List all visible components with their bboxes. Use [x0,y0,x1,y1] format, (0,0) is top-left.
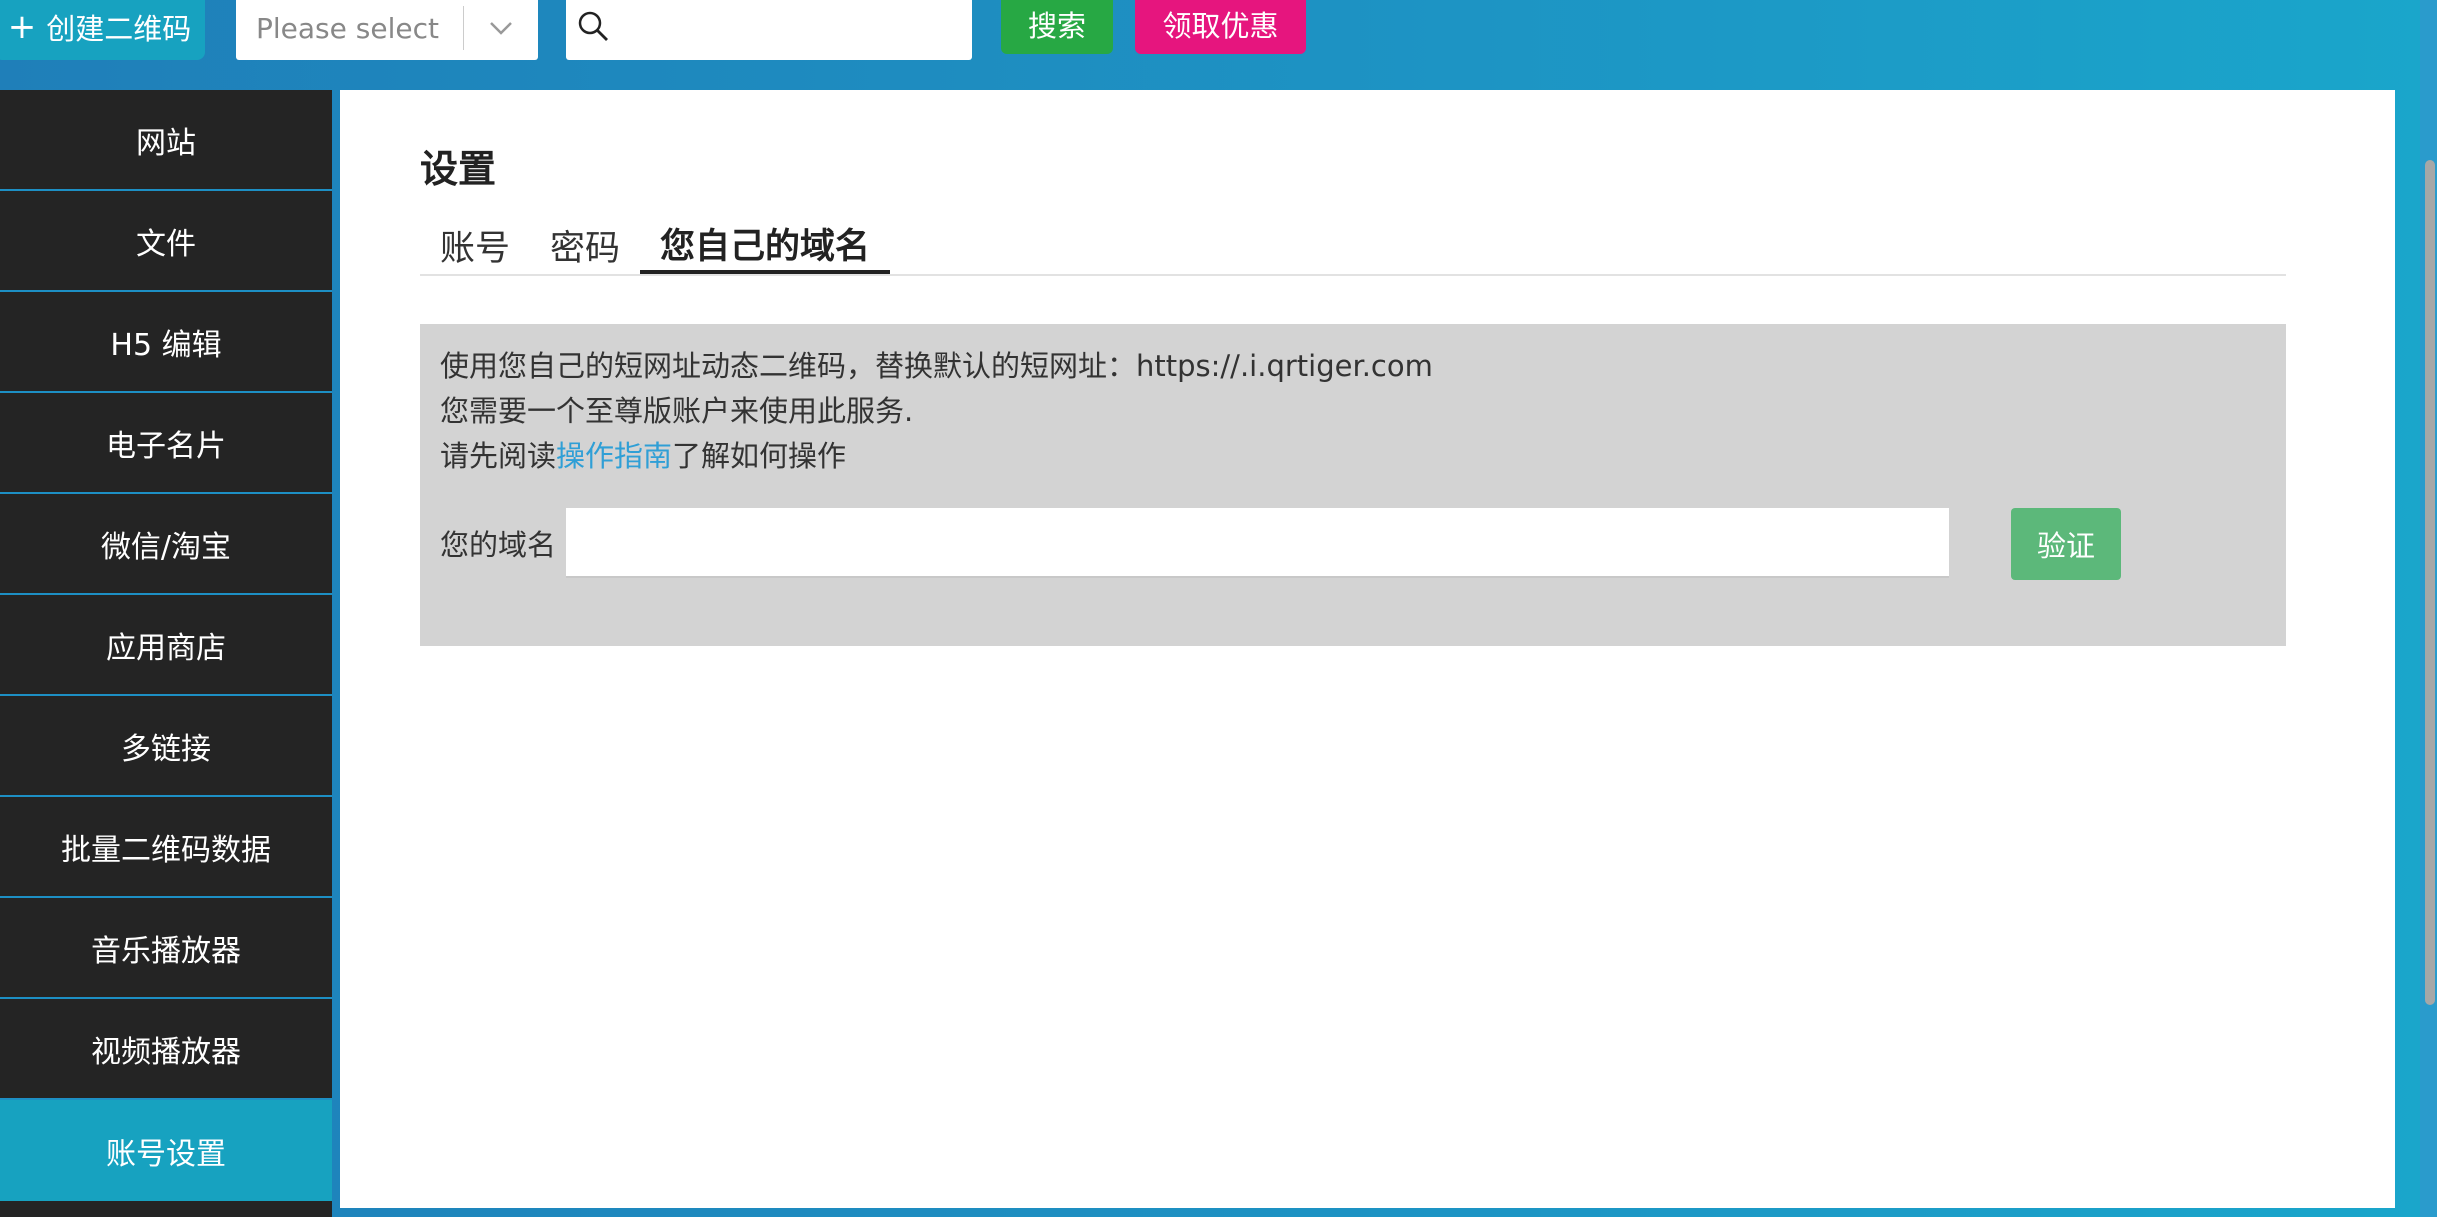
domain-guide-line: 请先阅读操作指南了解如何操作 [440,434,2266,479]
domain-info-line: 使用您自己的短网址动态二维码，替换默认的短网址：https://.i.qrtig… [440,349,1433,383]
plus-icon: + [7,7,37,47]
tab-custom-domain[interactable]: 您自己的域名 [640,216,891,274]
guide-suffix: 了解如何操作 [672,439,847,473]
sidebar-item-account-settings[interactable]: 账号设置 [0,1100,332,1201]
guide-prefix: 请先阅读 [440,439,557,473]
sidebar-item-wechat-taobao[interactable]: 微信/淘宝 [0,494,332,595]
tab-account[interactable]: 账号 [420,216,530,274]
tab-password[interactable]: 密码 [530,216,640,274]
promo-button[interactable]: 领取优惠 [1135,0,1306,54]
page-title: 设置 [420,147,497,191]
verify-button[interactable]: 验证 [2011,508,2121,580]
guide-link[interactable]: 操作指南 [556,439,672,473]
select-placeholder: Please select [256,11,439,45]
sidebar: 网站 文件 H5 编辑 电子名片 微信/淘宝 应用商店 多链接 批量二维码数据 … [0,90,332,1217]
chevron-down-icon[interactable] [464,20,538,36]
domain-requirement-line: 您需要一个至尊版账户来使用此服务. [440,394,914,428]
search-box [566,0,972,60]
sidebar-item-app-store[interactable]: 应用商店 [0,595,332,696]
sidebar-item-music-player[interactable]: 音乐播放器 [0,898,332,999]
domain-field-row: 您的域名 [440,508,1950,578]
search-button[interactable]: 搜索 [1001,0,1113,54]
page-scrollbar-thumb[interactable] [2425,160,2435,1005]
search-input[interactable] [610,2,972,54]
sidebar-item-h5-editor[interactable]: H5 编辑 [0,292,332,393]
domain-input[interactable] [566,508,1950,578]
sidebar-item-bulk-qr[interactable]: 批量二维码数据 [0,797,332,898]
sidebar-item-video-player[interactable]: 视频播放器 [0,999,332,1100]
create-qr-button[interactable]: + 创建二维码 [0,0,205,60]
sidebar-item-vcard[interactable]: 电子名片 [0,393,332,494]
create-qr-label: 创建二维码 [46,12,192,46]
sidebar-item-website[interactable]: 网站 [0,90,332,191]
search-icon [576,9,610,47]
domain-field-label: 您的域名 [440,528,557,562]
sidebar-item-multi-link[interactable]: 多链接 [0,696,332,797]
sidebar-item-file[interactable]: 文件 [0,191,332,292]
settings-tabs: 账号 密码 您自己的域名 [420,216,2286,276]
main-panel: 设置 账号 密码 您自己的域名 使用您自己的短网址动态二维码，替换默认的短网址：… [340,90,2395,1208]
custom-domain-panel: 使用您自己的短网址动态二维码，替换默认的短网址：https://.i.qrtig… [420,324,2286,646]
top-toolbar: + 创建二维码 Please select 搜索 领取优惠 [0,0,2437,90]
type-select[interactable]: Please select [236,0,538,60]
